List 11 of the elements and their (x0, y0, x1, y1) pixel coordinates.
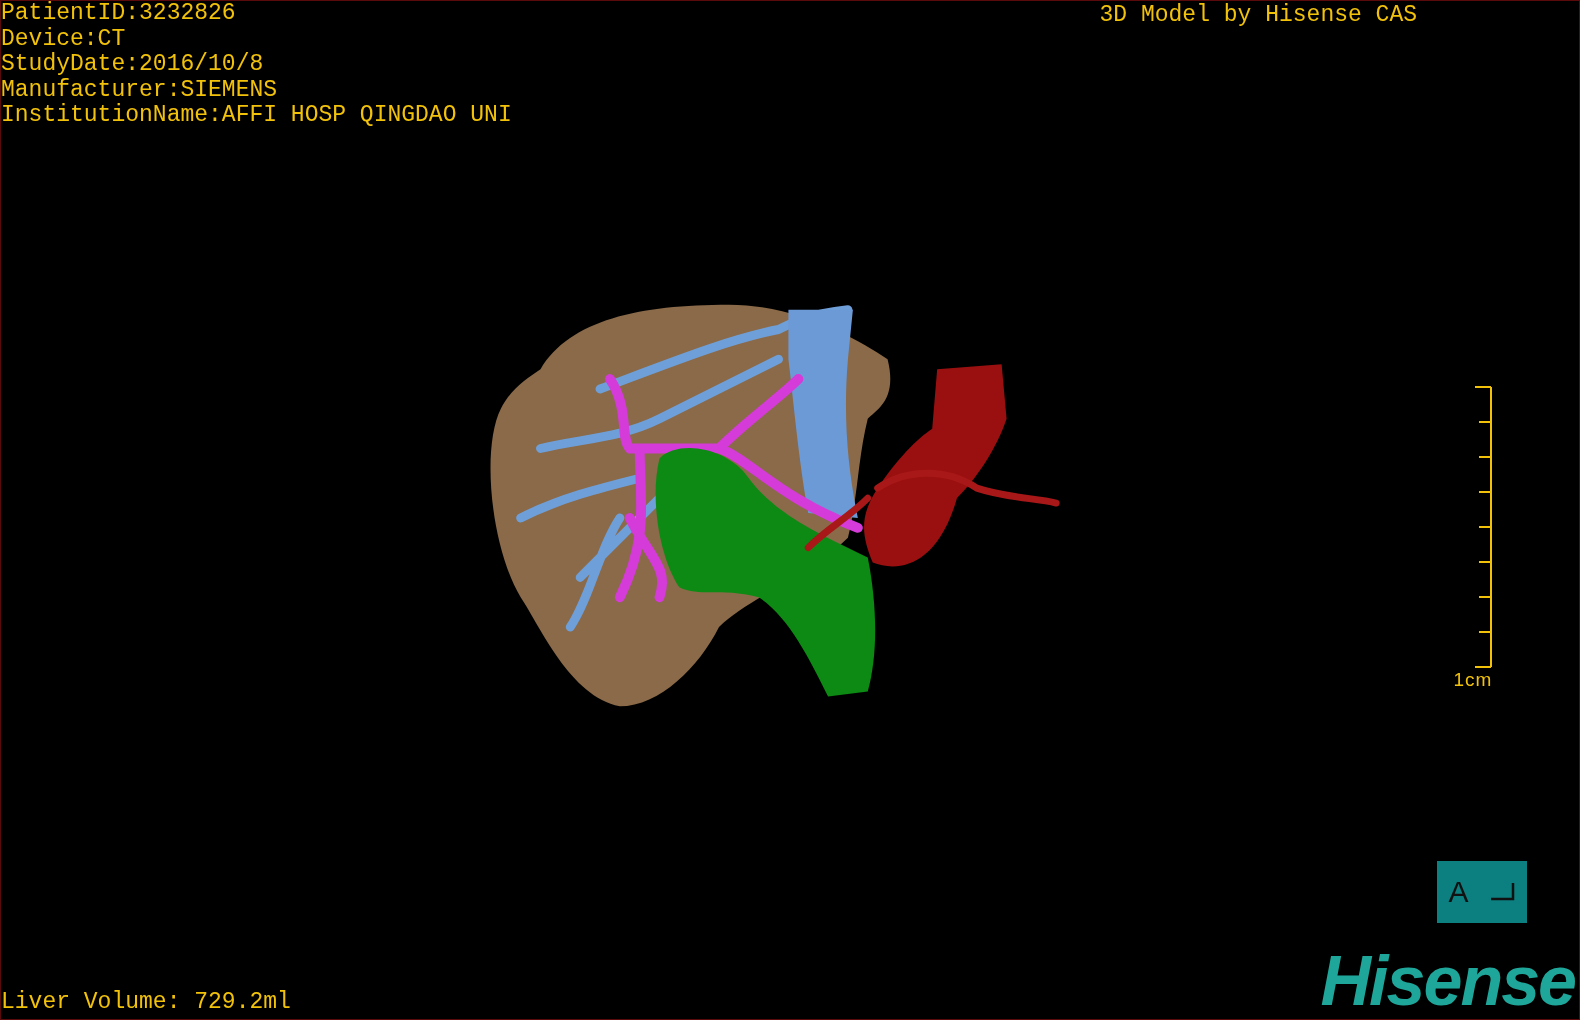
info-line: Device:CT (1, 26, 127, 52)
logo: Hisense (1320, 949, 1576, 1019)
info-line: InstitutionName:AFFI HOSP QINGDAO UNI (1, 103, 512, 129)
info-line: PatientID:3232826 (1, 1, 237, 27)
liver-volume-text: Liver Volume: 729.2ml (1, 989, 291, 1017)
info-line: StudyDate:2016/10/8 (1, 52, 265, 78)
orientation-label: A (1448, 875, 1469, 909)
corner-icon (1491, 883, 1516, 901)
scale-label: 1cm (1453, 669, 1493, 691)
viewer-title: 3D Model by Hisense CAS (1099, 1, 1417, 29)
info-line: Manufacturer:SIEMENS (1, 77, 279, 103)
